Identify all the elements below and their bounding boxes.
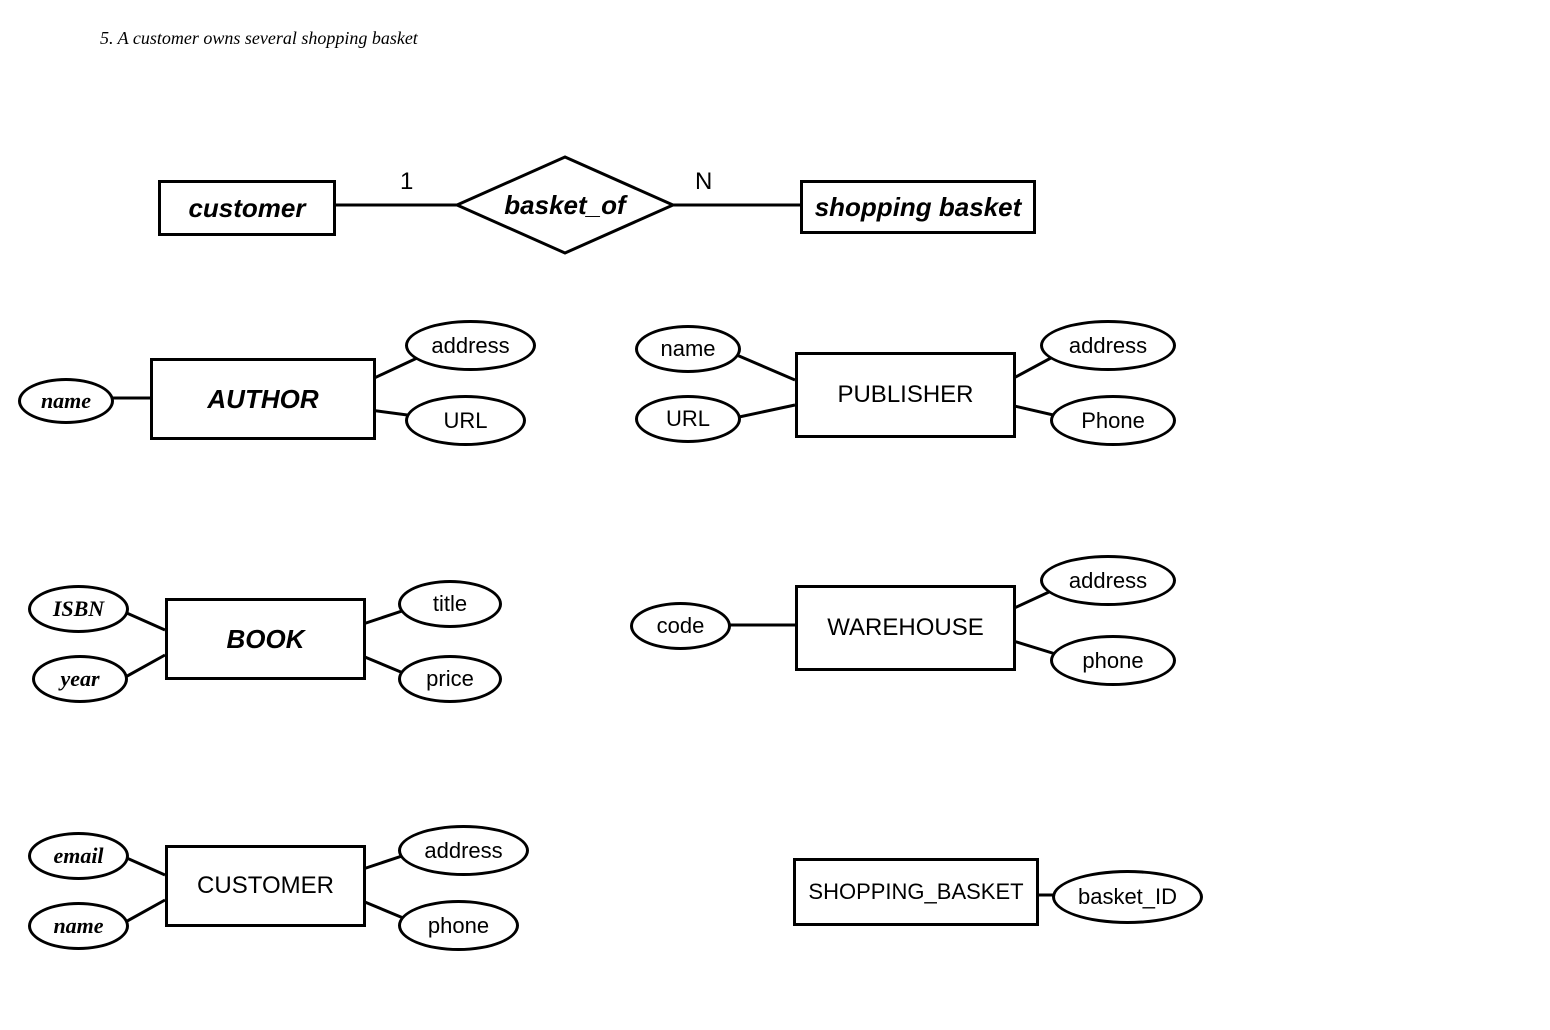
attr-book-price: price [398,655,502,703]
attr-warehouse-address: address [1040,555,1176,606]
entity-publisher: PUBLISHER [795,352,1016,438]
attr-book-year: year [32,655,128,703]
relationship-diamond: basket_of [455,155,675,255]
attr-customer-email: email [28,832,129,880]
attr-author-name: name [18,378,114,424]
attr-book-isbn: ISBN [28,585,129,633]
entity-shopping-basket: SHOPPING_BASKET [793,858,1039,926]
caption: 5. A customer owns several shopping bask… [100,28,418,49]
entity-customer-top: customer [158,180,336,236]
attr-customer-phone: phone [398,900,519,951]
attr-customer-address: address [398,825,529,876]
attr-warehouse-phone: phone [1050,635,1176,686]
entity-author: AUTHOR [150,358,376,440]
entity-customer: CUSTOMER [165,845,366,927]
er-diagram-canvas: 5. A customer owns several shopping bask… [0,0,1550,1030]
cardinality-right: N [695,168,712,196]
entity-warehouse: WAREHOUSE [795,585,1016,671]
attr-publisher-phone: Phone [1050,395,1176,446]
attr-book-title: title [398,580,502,628]
relationship-label: basket_of [455,155,675,255]
attr-author-address: address [405,320,536,371]
attr-warehouse-code: code [630,602,731,650]
attr-shopping-basket-id: basket_ID [1052,870,1203,924]
attr-customer-name: name [28,902,129,950]
attr-publisher-name: name [635,325,741,373]
attr-author-url: URL [405,395,526,446]
attr-publisher-address: address [1040,320,1176,371]
attr-publisher-url: URL [635,395,741,443]
cardinality-left: 1 [400,168,413,196]
entity-book: BOOK [165,598,366,680]
entity-shopping-basket-top: shopping basket [800,180,1036,234]
